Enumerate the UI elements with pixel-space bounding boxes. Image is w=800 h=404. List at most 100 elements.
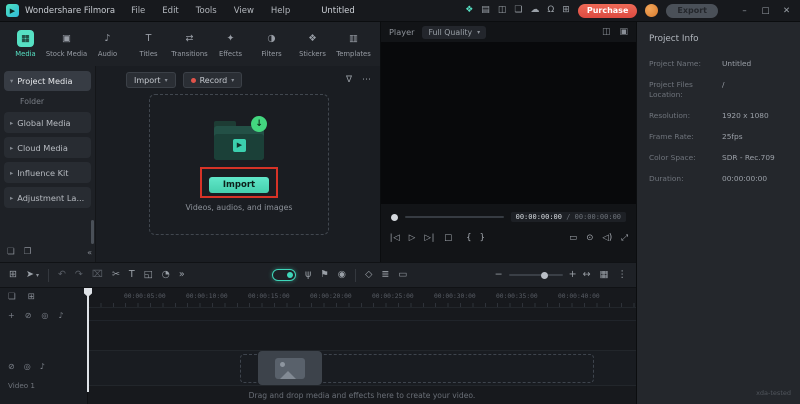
tab-stock-media[interactable]: ▣ Stock Media bbox=[46, 30, 87, 58]
mark-out-icon[interactable]: } bbox=[480, 234, 485, 243]
snapshot-icon[interactable]: ⊙ bbox=[586, 234, 593, 243]
volume-icon[interactable]: ◁) bbox=[602, 234, 612, 243]
lock-all-icon[interactable]: ⊘ bbox=[25, 311, 32, 320]
voiceover-mic-icon[interactable]: ψ bbox=[305, 270, 311, 280]
menu-edit[interactable]: Edit bbox=[162, 6, 178, 16]
quality-selector[interactable]: Full Quality ▾ bbox=[422, 26, 486, 39]
view-layout-icon[interactable]: ◫ bbox=[602, 27, 611, 37]
import-dropdown-button[interactable]: Import ▾ bbox=[126, 72, 176, 88]
sidebar-item-global-media[interactable]: ▸ Global Media bbox=[4, 112, 91, 133]
sidebar-item-influence-kit[interactable]: ▸ Influence Kit bbox=[4, 162, 91, 183]
track-visibility-icon[interactable]: ◎ bbox=[24, 362, 31, 371]
keyframe-icon[interactable]: ◇ bbox=[365, 270, 372, 280]
playhead[interactable] bbox=[87, 288, 89, 392]
more-tools-icon[interactable]: » bbox=[179, 270, 185, 280]
filter-icon[interactable]: ∇ bbox=[346, 75, 352, 85]
cloud-icon[interactable]: ☁ bbox=[530, 6, 539, 15]
menubar: File Edit Tools View Help bbox=[131, 6, 290, 16]
add-track-icon[interactable]: ⊞ bbox=[28, 292, 35, 302]
speed-icon[interactable]: ◔ bbox=[162, 270, 170, 280]
play-icon[interactable]: ▷ bbox=[409, 234, 416, 243]
tab-media[interactable]: ▦ Media bbox=[5, 30, 46, 58]
sidebar-scrollbar[interactable] bbox=[91, 220, 94, 244]
maximize-button[interactable]: □ bbox=[759, 6, 772, 16]
minimize-button[interactable]: – bbox=[738, 6, 751, 16]
ruler-label: 00:00:30:00 bbox=[434, 293, 476, 300]
delete-folder-icon[interactable]: ❐ bbox=[24, 247, 32, 257]
tab-label: Audio bbox=[98, 50, 117, 58]
close-button[interactable]: ✕ bbox=[780, 6, 793, 16]
zoom-slider[interactable] bbox=[509, 274, 563, 276]
bell-icon[interactable]: Ω bbox=[547, 6, 554, 15]
mute-all-icon[interactable]: ♪ bbox=[58, 311, 63, 320]
menu-file[interactable]: File bbox=[131, 6, 145, 16]
tab-templates[interactable]: ▥ Templates bbox=[333, 30, 374, 58]
tab-transitions[interactable]: ⇄ Transitions bbox=[169, 30, 210, 58]
undo-icon[interactable]: ↶ bbox=[58, 270, 66, 280]
playhead-knob[interactable] bbox=[391, 214, 398, 221]
ruler-label: 00:00:40:00 bbox=[558, 293, 600, 300]
menu-view[interactable]: View bbox=[234, 6, 254, 16]
preview-window-icon[interactable]: ▣ bbox=[619, 27, 628, 37]
import-media-button[interactable]: Import bbox=[209, 177, 269, 193]
track-mute-icon[interactable]: ♪ bbox=[40, 362, 45, 371]
video-preview[interactable] bbox=[381, 42, 637, 204]
collapse-sidebar-icon[interactable]: « bbox=[87, 248, 92, 257]
fullscreen-icon[interactable]: ⤢ bbox=[621, 234, 628, 243]
ai-enhance-toggle[interactable] bbox=[272, 269, 296, 281]
gift-icon[interactable]: ❖ bbox=[465, 6, 473, 15]
save-icon[interactable]: ◫ bbox=[498, 6, 507, 15]
delete-icon[interactable]: ⌧ bbox=[92, 270, 103, 280]
menu-help[interactable]: Help bbox=[271, 6, 290, 16]
new-folder-icon[interactable]: ❏ bbox=[7, 247, 15, 257]
text-tool-icon[interactable]: T bbox=[129, 270, 135, 280]
mark-in-icon[interactable]: { bbox=[466, 234, 471, 243]
marker-icon[interactable]: ⚑ bbox=[320, 270, 329, 280]
more-icon[interactable]: ⋯ bbox=[362, 75, 371, 85]
export-button[interactable]: Export bbox=[666, 4, 718, 18]
crop-icon[interactable]: ◱ bbox=[144, 270, 153, 280]
aspect-ratio-icon[interactable]: ▭ bbox=[569, 234, 577, 243]
clip-library-icon[interactable]: ❏ bbox=[8, 292, 16, 302]
step-forward-icon[interactable]: ▷∣ bbox=[424, 234, 435, 243]
stop-icon[interactable]: □ bbox=[444, 234, 452, 243]
zoom-out-icon[interactable]: − bbox=[495, 270, 503, 280]
select-tool-button[interactable]: ➤▾ bbox=[26, 270, 39, 280]
sidebar-item-project-media[interactable]: ▾ Project Media bbox=[4, 71, 91, 91]
field-frame-rate: Frame Rate: 25fps bbox=[649, 132, 788, 142]
fit-timeline-icon[interactable]: ↔ bbox=[583, 270, 591, 280]
redo-icon[interactable]: ↷ bbox=[75, 270, 83, 280]
seek-bar[interactable] bbox=[405, 216, 504, 218]
track-view-icon[interactable]: ▦ bbox=[600, 270, 609, 280]
avatar[interactable] bbox=[645, 4, 658, 17]
media-import-dropzone[interactable]: ▶ ↓ Import Videos, audios, and images bbox=[149, 94, 329, 235]
tab-titles[interactable]: T Titles bbox=[128, 30, 169, 58]
captions-icon[interactable]: ▭ bbox=[398, 270, 407, 280]
audio-mixer-icon[interactable]: ≣ bbox=[381, 270, 389, 280]
download-arrow-icon: ↓ bbox=[251, 116, 267, 132]
tab-effects[interactable]: ✦ Effects bbox=[210, 30, 251, 58]
menu-tools[interactable]: Tools bbox=[196, 6, 217, 16]
sidebar-item-cloud-media[interactable]: ▸ Cloud Media bbox=[4, 137, 91, 158]
plus-icon[interactable]: + bbox=[8, 311, 15, 320]
tab-filters[interactable]: ◑ Filters bbox=[251, 30, 292, 58]
toggle-panel-icon[interactable]: ⊞ bbox=[9, 270, 17, 280]
show-all-icon[interactable]: ◎ bbox=[41, 311, 48, 320]
timeline-ruler[interactable]: 00:00:05:00 00:00:10:00 00:00:15:00 00:0… bbox=[88, 288, 636, 308]
tab-stickers[interactable]: ❖ Stickers bbox=[292, 30, 333, 58]
purchase-button[interactable]: Purchase bbox=[578, 4, 638, 18]
folder-icon[interactable]: ❏ bbox=[514, 6, 522, 15]
track-lock-icon[interactable]: ⊘ bbox=[8, 362, 15, 371]
screen-record-icon[interactable]: ◉ bbox=[338, 270, 346, 280]
player-panel: Player Full Quality ▾ ◫ ▣ 00:00:00:00 / … bbox=[380, 22, 636, 262]
split-icon[interactable]: ✂ bbox=[112, 270, 120, 280]
step-back-icon[interactable]: ∣◁ bbox=[389, 234, 400, 243]
toolbar-more-icon[interactable]: ⋮ bbox=[618, 270, 628, 280]
zoom-in-icon[interactable]: + bbox=[569, 270, 577, 280]
record-dropdown-button[interactable]: Record ▾ bbox=[183, 72, 243, 88]
tab-audio[interactable]: ♪ Audio bbox=[87, 30, 128, 58]
media-placeholder-thumb[interactable] bbox=[258, 351, 322, 385]
display-icon[interactable]: ▤ bbox=[481, 6, 490, 15]
apps-icon[interactable]: ⊞ bbox=[562, 6, 570, 15]
sidebar-item-adjustment-layer[interactable]: ▸ Adjustment La... bbox=[4, 187, 91, 208]
